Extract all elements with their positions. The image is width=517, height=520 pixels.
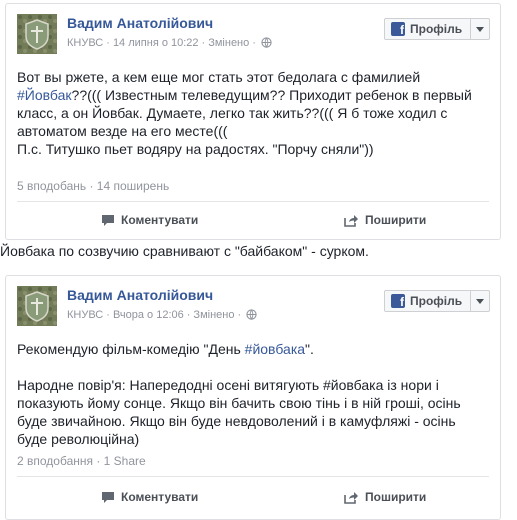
post-card-1: Вадим Анатолійович КНУВС · 14 липня о 10:2… [5,3,501,240]
post-text-segment: Народне повір'я: Напередодні осені витяг… [17,377,439,393]
share-button[interactable]: Поширити [344,490,426,504]
profile-button[interactable]: f Профіль [384,18,490,40]
post-text-line: буде революційна) [17,430,488,448]
post-text-line: Рекомендую фільм-комедію "День #йовбака"… [17,340,488,358]
facebook-logo-icon: f [391,294,405,308]
comment-label: Коментувати [121,490,199,504]
share-icon [344,214,358,227]
post-date[interactable]: 14 липня о 10:22 [113,37,199,49]
post-text-segment: ??((( Известным телеведущим?? Приходит р… [71,87,472,103]
post-meta: КНУВС · Вчора о 12:06 · Змінено · [67,309,257,323]
comment-label: Коментувати [121,213,199,227]
edited-label[interactable]: Змінено [193,309,234,321]
author-name[interactable]: Вадим Анатолійович [67,287,213,303]
globe-icon[interactable] [246,309,257,323]
post-text-segment: буде звичайною. Якщо він буде невдоволен… [17,413,456,429]
comment-icon [102,214,114,226]
post-text: Рекомендую фільм-комедію "День #йовбака"… [17,340,488,448]
hashtag-link[interactable]: #йовбака [245,341,305,357]
post-text-line: Народне повір'я: Напередодні осені витяг… [17,376,488,394]
share-icon [344,491,358,504]
profile-button[interactable]: f Профіль [384,290,490,312]
facebook-logo-icon: f [391,22,405,36]
chevron-down-icon [476,298,484,304]
post-text-segment: показують йому сонце. Якщо він бачить св… [17,395,461,411]
post-text-segment: ". [305,341,314,357]
divider [17,201,489,202]
post-text-segment: класс, а он Йовбак. Думаете, легко так ж… [17,105,448,121]
author-org[interactable]: КНУВС [67,309,103,321]
post-text-segment: буде революційна) [17,431,140,447]
post-text-line: П.с. Титушко пьет водяру на радостях. "П… [17,140,488,158]
hashtag-link[interactable]: #Йовбак [17,87,72,103]
post-text-segment: автоматом везде на его месте((( [17,123,228,139]
comment-button[interactable]: Коментувати [101,213,198,227]
post-card-2: Вадим Анатолійович КНУВС · Вчора о 12:06 · З… [5,275,501,520]
post-stats[interactable]: 2 вподобання · 1 Share [17,454,146,468]
post-text: Вот вы ржете, а кем еще мог стать этот б… [17,68,488,158]
post-text-line: буде звичайною. Якщо він буде невдоволен… [17,412,488,430]
avatar[interactable] [17,286,57,326]
globe-icon[interactable] [261,37,272,51]
post-text-line: Вот вы ржете, а кем еще мог стать этот б… [17,68,488,86]
share-label: Поширити [365,213,427,227]
post-text-line: #Йовбак??((( Известным телеведущим?? При… [17,86,488,104]
post-text-segment: Рекомендую фільм-комедію "День [17,341,245,357]
avatar[interactable] [17,14,57,54]
profile-button-main[interactable]: f Профіль [385,291,470,311]
post-text-line [17,358,488,376]
post-text-line: класс, а он Йовбак. Думаете, легко так ж… [17,104,488,122]
share-label: Поширити [365,490,427,504]
author-name[interactable]: Вадим Анатолійович [67,15,213,31]
comment-button[interactable]: Коментувати [101,490,198,504]
profile-dropdown[interactable] [470,19,489,39]
divider [17,476,489,477]
chevron-down-icon [476,26,484,32]
post-stats[interactable]: 5 вподобань · 14 поширень [17,179,169,193]
profile-button-label: Профіль [410,294,463,308]
post-meta: КНУВС · 14 липня о 10:22 · Змінено · [67,37,272,51]
share-button[interactable]: Поширити [344,213,426,227]
edited-label[interactable]: Змінено [208,37,249,49]
post-text-segment: Вот вы ржете, а кем еще мог стать этот б… [17,69,421,85]
profile-button-main[interactable]: f Профіль [385,19,470,39]
post-text-segment: П.с. Титушко пьет водяру на радостях. "П… [17,141,374,157]
author-org[interactable]: КНУВС [67,37,103,49]
caption-text: Йовбака по созвучию сравнивают с "байбак… [0,243,369,259]
comment-icon [102,491,114,503]
profile-dropdown[interactable] [470,291,489,311]
post-text-line: показують йому сонце. Якщо він бачить св… [17,394,488,412]
post-date[interactable]: Вчора о 12:06 [113,309,184,321]
post-text-line: автоматом везде на его месте((( [17,122,488,140]
profile-button-label: Профіль [410,22,463,36]
